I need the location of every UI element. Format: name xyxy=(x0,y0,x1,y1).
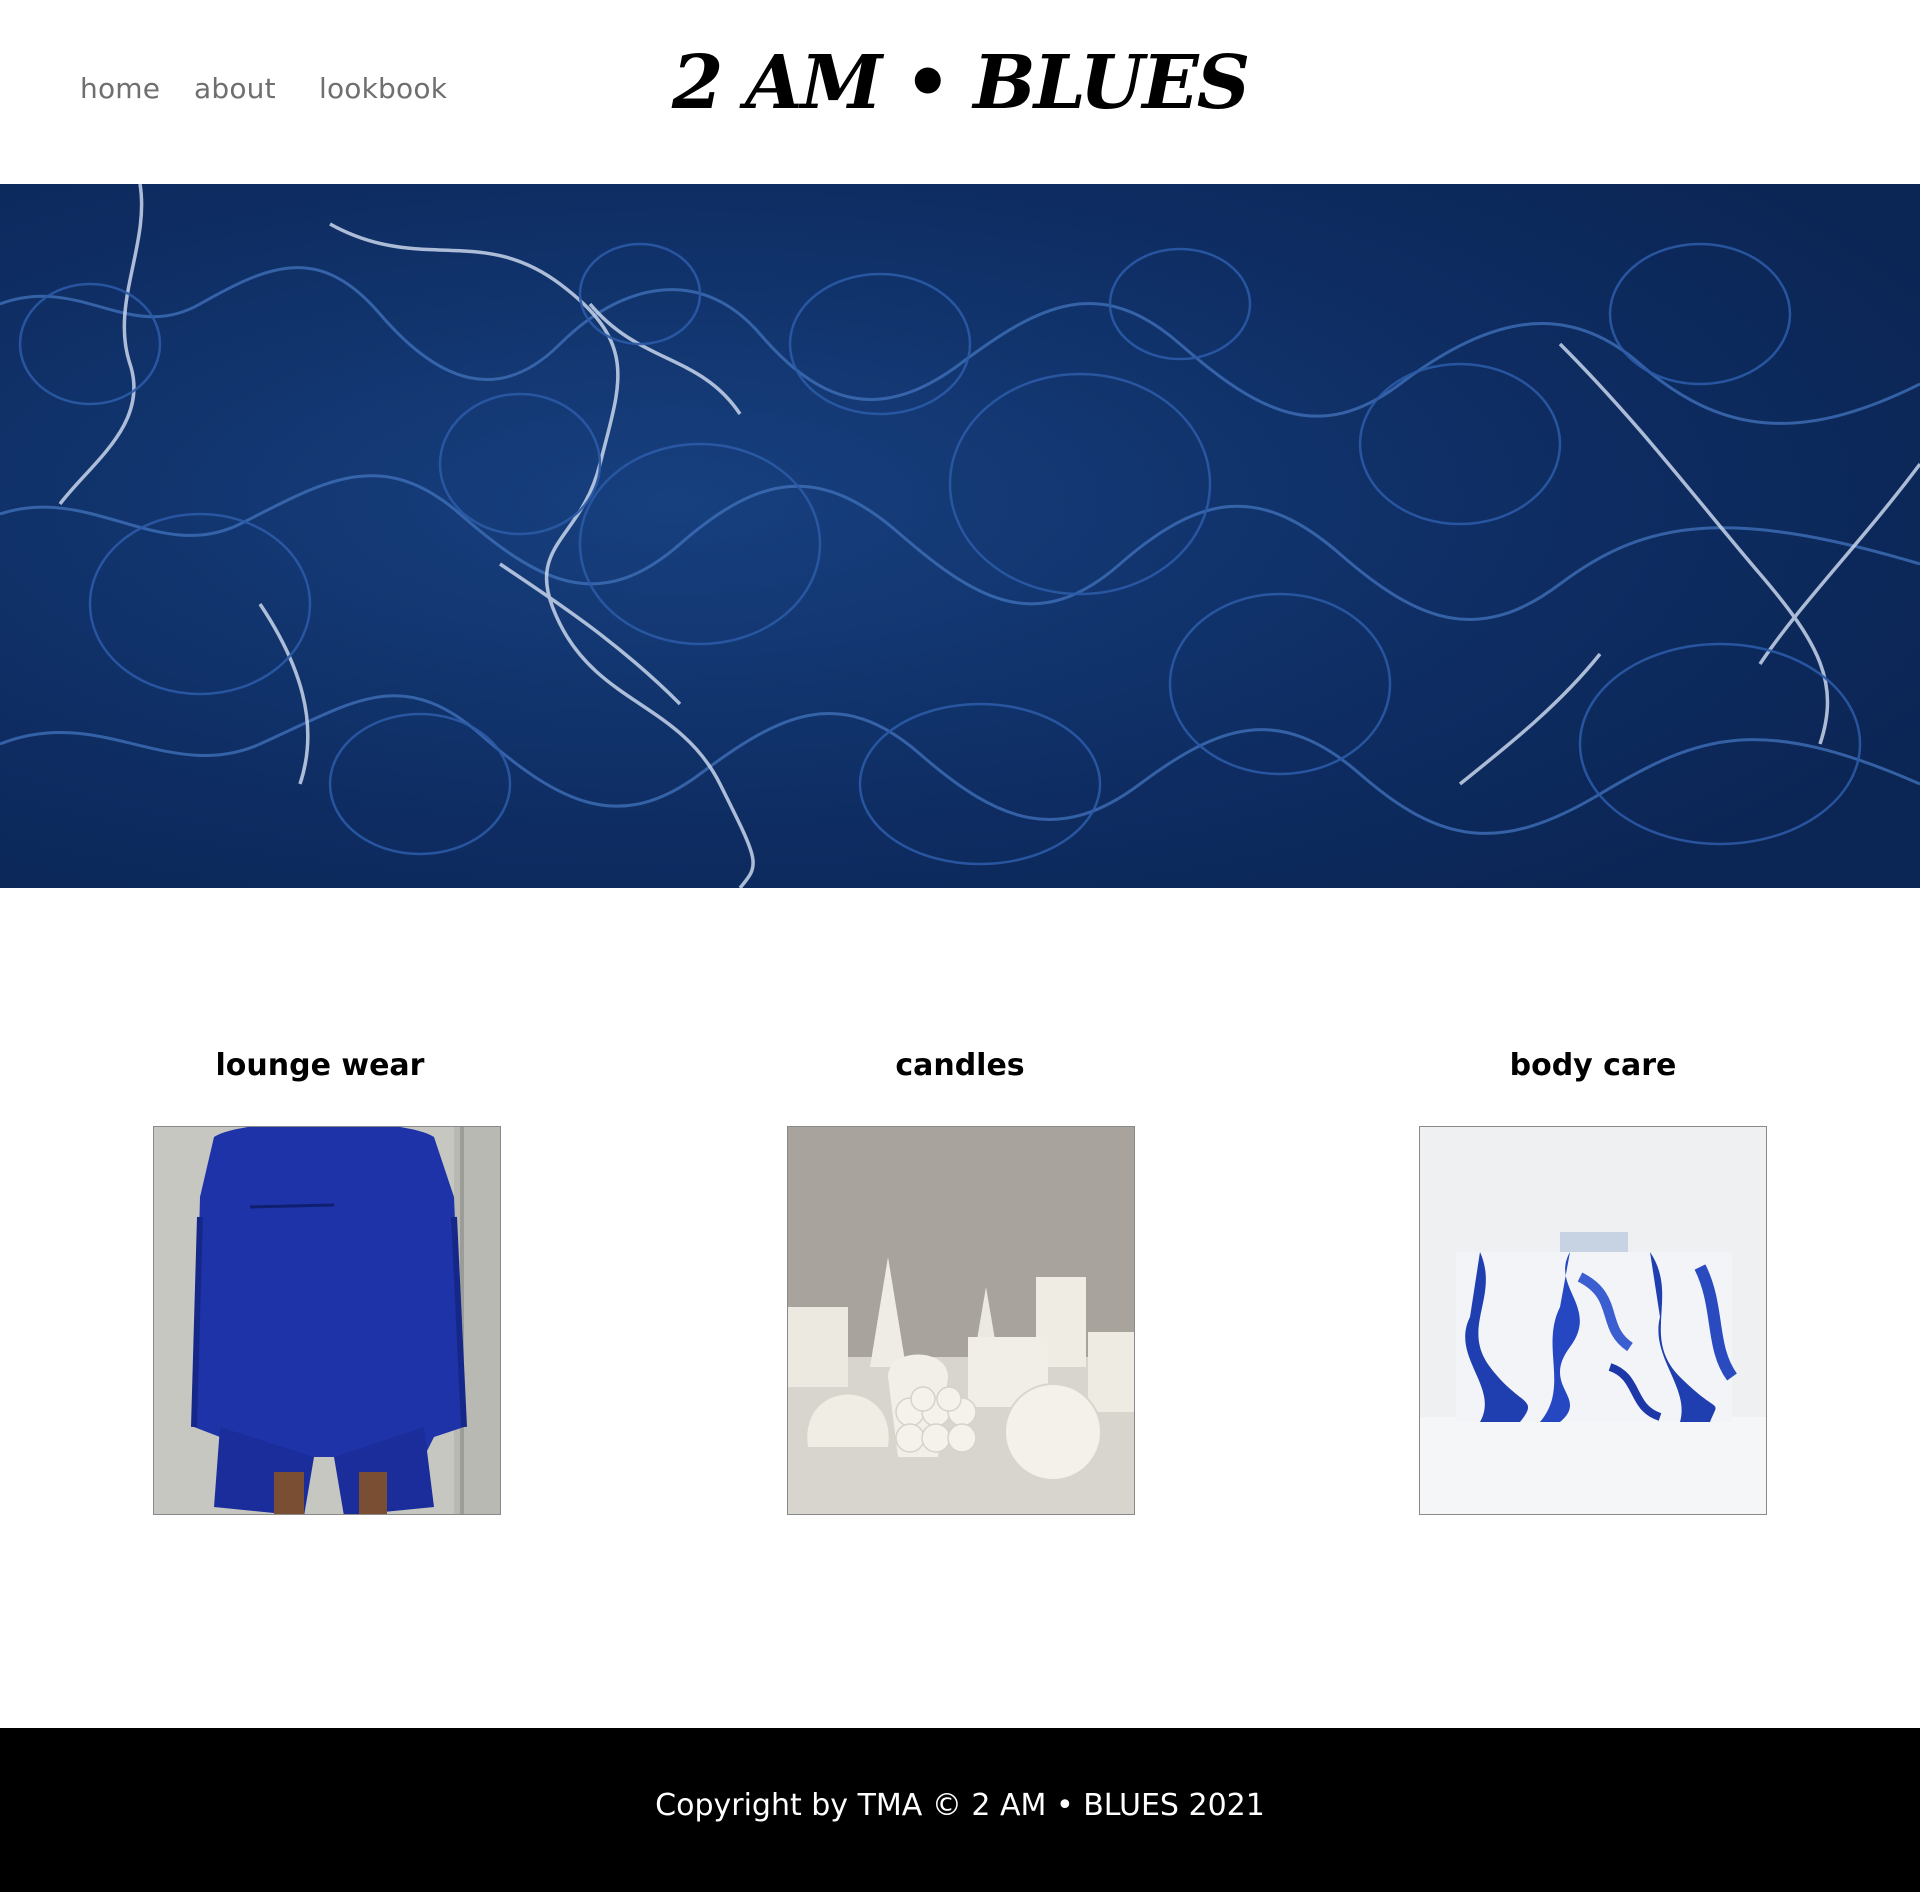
category-section: lounge wear candles body care xyxy=(0,888,1920,1728)
category-title[interactable]: body care xyxy=(1393,1048,1793,1083)
copyright-text: Copyright by TMA © 2 AM • BLUES 2021 xyxy=(655,1788,1265,1823)
candles-image[interactable] xyxy=(787,1126,1135,1515)
site-header: home about lookbook 2 AM • BLUES xyxy=(0,0,1920,184)
lounge-wear-image[interactable] xyxy=(153,1126,501,1515)
body-care-image[interactable] xyxy=(1419,1126,1767,1515)
site-logo[interactable]: 2 AM • BLUES xyxy=(0,40,1920,126)
hero-banner-image xyxy=(0,184,1920,888)
category-title[interactable]: candles xyxy=(760,1048,1160,1083)
marble-texture-graphic xyxy=(0,184,1920,888)
site-footer: Copyright by TMA © 2 AM • BLUES 2021 xyxy=(0,1728,1920,1892)
category-title[interactable]: lounge wear xyxy=(120,1048,520,1083)
